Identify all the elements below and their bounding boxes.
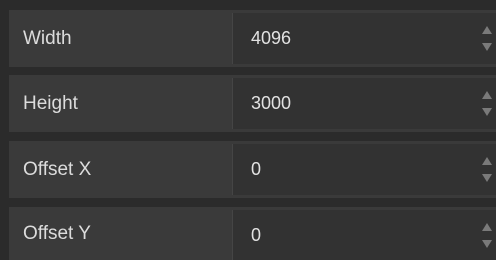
param-label-offset-x: Offset X <box>23 158 92 180</box>
param-label-width: Width <box>23 27 72 49</box>
width-value[interactable]: 4096 <box>251 13 291 64</box>
height-spinner[interactable] <box>481 88 493 120</box>
offset-y-value[interactable]: 0 <box>251 210 261 260</box>
param-row-width: Width 4096 <box>9 10 496 67</box>
offset-x-field[interactable]: 0 <box>232 144 496 195</box>
param-label-offset-y: Offset Y <box>23 222 91 244</box>
roi-parameter-panel: Width 4096 Height 3000 Offset X 0 Offset… <box>0 0 496 260</box>
spin-up-icon[interactable] <box>481 154 493 168</box>
param-row-offset-y: Offset Y 0 <box>9 207 496 260</box>
param-row-offset-x: Offset X 0 <box>9 141 496 198</box>
spin-down-icon[interactable] <box>481 105 493 119</box>
height-value[interactable]: 3000 <box>251 78 291 129</box>
width-field[interactable]: 4096 <box>232 13 496 64</box>
param-label-height: Height <box>23 92 78 114</box>
spin-up-icon[interactable] <box>481 220 493 234</box>
offset-x-value[interactable]: 0 <box>251 144 261 195</box>
width-spinner[interactable] <box>481 23 493 55</box>
spin-down-icon[interactable] <box>481 40 493 54</box>
offset-y-spinner[interactable] <box>481 220 493 252</box>
spin-down-icon[interactable] <box>481 237 493 251</box>
height-field[interactable]: 3000 <box>232 78 496 129</box>
param-row-height: Height 3000 <box>9 75 496 132</box>
spin-up-icon[interactable] <box>481 88 493 102</box>
offset-x-spinner[interactable] <box>481 154 493 186</box>
offset-y-field[interactable]: 0 <box>232 210 496 260</box>
spin-down-icon[interactable] <box>481 171 493 185</box>
spin-up-icon[interactable] <box>481 23 493 37</box>
